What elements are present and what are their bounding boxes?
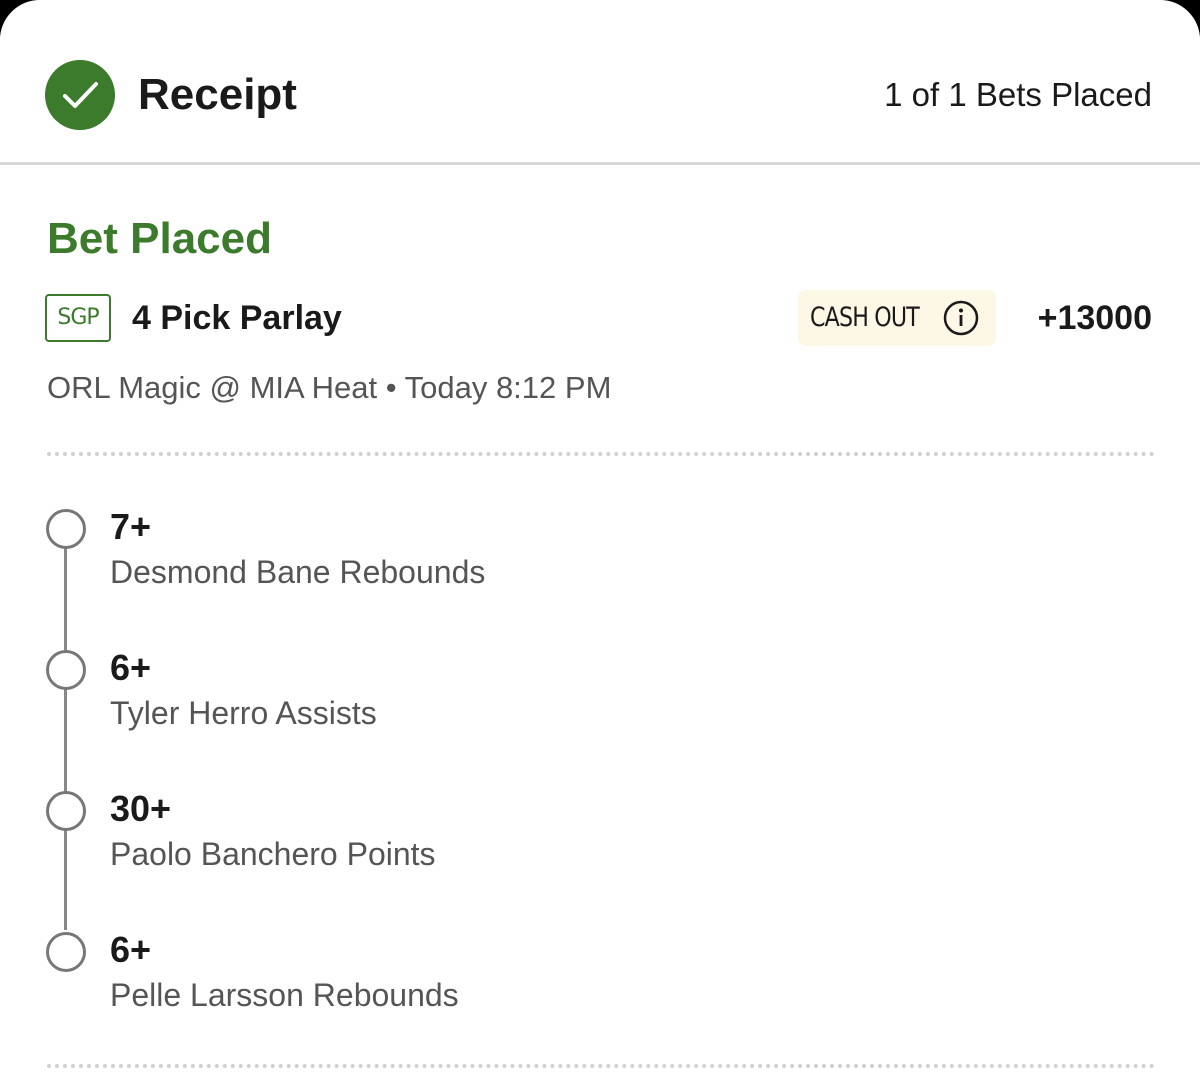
leg-line: 30+ [110,788,172,829]
game-info: ORL Magic @ MIA Heat • Today 8:12 PM [47,370,612,405]
divider-bottom [47,1064,1155,1068]
leg-description: Desmond Bane Rebounds [110,554,486,590]
leg-description: Pelle Larsson Rebounds [110,977,459,1013]
leg-status-circle-icon [46,791,86,831]
leg-description: Paolo Banchero Points [110,836,436,872]
info-icon[interactable] [943,300,979,336]
parlay-leg: 7+ Desmond Bane Rebounds [0,505,1200,615]
page-title: Receipt [138,70,297,119]
leg-status-circle-icon [46,509,86,549]
leg-description: Tyler Herro Assists [110,695,377,731]
leg-line: 6+ [110,929,152,970]
bet-type-label: 4 Pick Parlay [132,299,342,337]
bet-status: Bet Placed [47,214,272,263]
bets-placed-count: 1 of 1 Bets Placed [884,76,1152,113]
parlay-leg: 6+ Tyler Herro Assists [0,646,1200,756]
cash-out-label: CASH OUT [810,302,920,333]
divider-top [47,452,1155,456]
leg-status-circle-icon [46,932,86,972]
receipt-header: Receipt 1 of 1 Bets Placed [0,0,1200,165]
bet-odds: +13000 [1037,299,1152,337]
parlay-leg: 6+ Pelle Larsson Rebounds [0,928,1200,1038]
receipt-sheet: Receipt 1 of 1 Bets Placed Bet Placed SG… [0,0,1200,1078]
leg-line: 7+ [110,506,152,547]
sgp-badge: SGP [45,294,111,342]
check-circle-icon [45,60,115,130]
leg-line: 6+ [110,647,152,688]
leg-status-circle-icon [46,650,86,690]
cash-out-button[interactable]: CASH OUT [798,290,996,346]
parlay-leg: 30+ Paolo Banchero Points [0,787,1200,897]
